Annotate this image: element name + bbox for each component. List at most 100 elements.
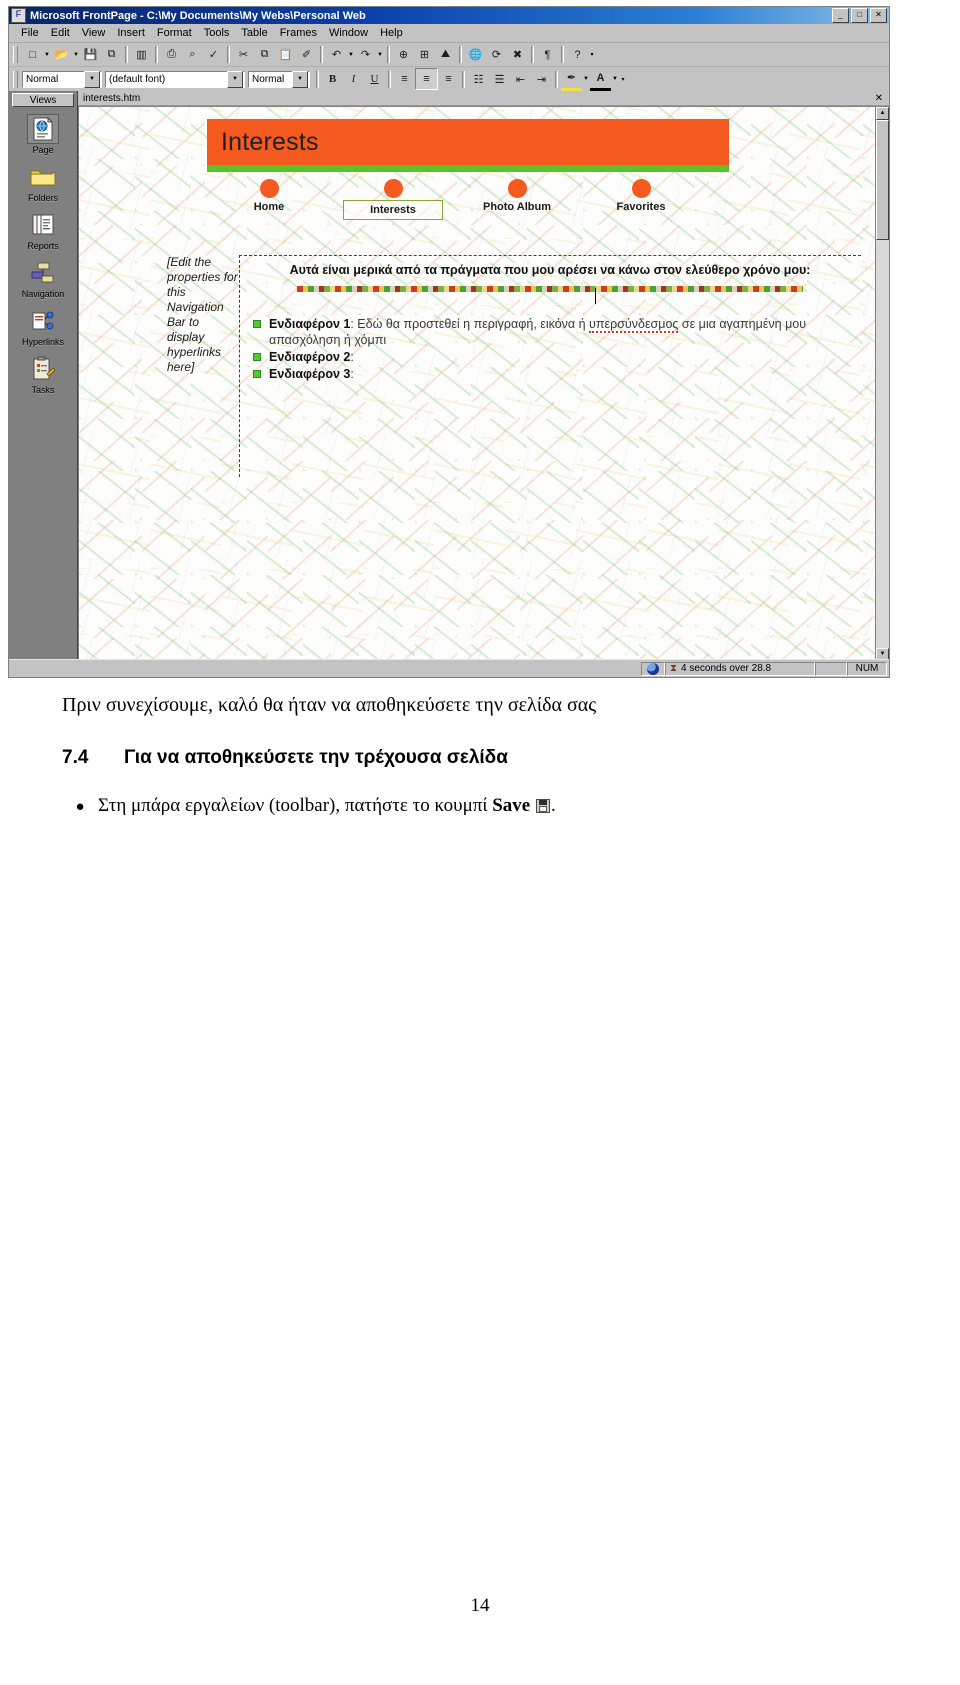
align-center-button[interactable]: ≡ bbox=[415, 68, 438, 90]
document-filename[interactable]: interests.htm bbox=[81, 93, 875, 104]
highlight-color-button[interactable]: ✒ bbox=[561, 68, 582, 91]
increase-indent-button[interactable]: ⇥ bbox=[531, 69, 552, 89]
sidebar-item-tasks[interactable]: Tasks bbox=[12, 354, 74, 395]
chevron-down-icon[interactable]: ▼ bbox=[292, 70, 308, 88]
save-button[interactable]: 💾 bbox=[80, 45, 101, 65]
section-title: Για να αποθηκεύσετε την τρέχουσα σελίδα bbox=[124, 747, 508, 768]
menu-edit[interactable]: Edit bbox=[45, 26, 76, 40]
interest-3-text: : bbox=[350, 367, 354, 381]
nav-item-interests[interactable]: Interests bbox=[331, 179, 455, 220]
insert-picture-button[interactable]: ⛰ bbox=[435, 45, 456, 65]
toolbar-overflow-arrow[interactable]: ▾ bbox=[619, 76, 627, 83]
redo-dropdown-arrow[interactable]: ▼ bbox=[376, 52, 384, 58]
undo-dropdown-arrow[interactable]: ▼ bbox=[347, 52, 355, 58]
list-item[interactable]: Ενδιαφέρον 2: bbox=[239, 349, 861, 365]
sidebar-item-hyperlinks[interactable]: Hyperlinks bbox=[12, 306, 74, 347]
save-keyword: Save bbox=[492, 795, 531, 816]
refresh-button[interactable]: ⟳ bbox=[486, 45, 507, 65]
numbered-list-button[interactable]: ☷ bbox=[468, 69, 489, 89]
spelling-button[interactable]: ✓ bbox=[203, 45, 224, 65]
align-right-button[interactable]: ≡ bbox=[438, 69, 459, 89]
toolbar-overflow-arrow[interactable]: ▾ bbox=[588, 51, 596, 58]
menu-table[interactable]: Table bbox=[235, 26, 273, 40]
align-left-button[interactable]: ≡ bbox=[394, 69, 415, 89]
navigation-bar-placeholder[interactable]: [Edit the properties for this Navigation… bbox=[167, 255, 240, 477]
sidebar-item-folders[interactable]: Folders bbox=[12, 162, 74, 203]
print-button[interactable]: ⎙ bbox=[161, 45, 182, 65]
style-combo[interactable]: Normal ▼ bbox=[22, 70, 102, 88]
toolbar-grip[interactable] bbox=[13, 46, 18, 63]
banner-stripe bbox=[207, 165, 729, 172]
sidebar-item-page[interactable]: Page bbox=[12, 114, 74, 155]
menu-tools[interactable]: Tools bbox=[198, 26, 236, 40]
font-size-combo[interactable]: Normal ▼ bbox=[248, 70, 310, 88]
web-page-content: Interests Home Interests Photo Album Fav… bbox=[79, 107, 889, 220]
underline-button[interactable]: U bbox=[364, 69, 385, 89]
frontpage-icon: F bbox=[11, 8, 26, 23]
interest-1-text-a: : Εδώ θα προστεθεί η περιγραφή, εικόνα ή bbox=[350, 317, 590, 331]
globe-icon bbox=[647, 662, 659, 675]
paste-button[interactable]: 📋 bbox=[275, 45, 296, 65]
highlight-dropdown-arrow[interactable]: ▼ bbox=[582, 76, 590, 82]
section-number: 7.4 bbox=[62, 747, 89, 768]
cut-button[interactable]: ✂ bbox=[233, 45, 254, 65]
toolbar-separator bbox=[155, 46, 158, 63]
new-page-dropdown-arrow[interactable]: ▼ bbox=[43, 52, 51, 58]
interest-3-label: Ενδιαφέρον 3 bbox=[269, 367, 351, 381]
nav-item-home[interactable]: Home bbox=[207, 179, 331, 220]
format-painter-button[interactable]: ✐ bbox=[296, 45, 317, 65]
font-color-dropdown-arrow[interactable]: ▼ bbox=[611, 76, 619, 82]
insert-component-button[interactable]: ⊕ bbox=[393, 45, 414, 65]
new-page-button[interactable]: □ bbox=[22, 45, 43, 65]
toggle-pane-button[interactable]: ▥ bbox=[131, 45, 152, 65]
sidebar-item-reports[interactable]: Reports bbox=[12, 210, 74, 251]
standard-toolbar: □ ▼ 📂 ▼ 💾 ⧉ ▥ ⎙ ⌕ ✓ ✂ ⧉ 📋 ✐ ↶ ▼ ↷ ▼ ⊕ ⊞ … bbox=[9, 43, 889, 67]
menu-format[interactable]: Format bbox=[151, 26, 198, 40]
hyperlinks-view-icon bbox=[27, 306, 59, 336]
redo-button[interactable]: ↷ bbox=[355, 45, 376, 65]
list-item[interactable]: Ενδιαφέρον 3: bbox=[239, 366, 861, 382]
insert-hyperlink-button[interactable]: 🌐 bbox=[465, 45, 486, 65]
undo-button[interactable]: ↶ bbox=[326, 45, 347, 65]
help-button[interactable]: ? bbox=[567, 45, 588, 65]
menu-insert[interactable]: Insert bbox=[111, 26, 151, 40]
print-preview-button[interactable]: ⌕ bbox=[182, 45, 203, 65]
menu-window[interactable]: Window bbox=[323, 26, 374, 40]
insert-table-button[interactable]: ⊞ bbox=[414, 45, 435, 65]
sidebar-label-navigation: Navigation bbox=[21, 289, 65, 299]
menu-file[interactable]: File bbox=[15, 26, 45, 40]
toolbar-grip[interactable] bbox=[13, 70, 18, 88]
nav-item-photo-album[interactable]: Photo Album bbox=[455, 179, 579, 220]
decrease-indent-button[interactable]: ⇤ bbox=[510, 69, 531, 89]
font-combo[interactable]: (default font) ▼ bbox=[105, 70, 245, 88]
stop-button[interactable]: ✖ bbox=[507, 45, 528, 65]
open-button[interactable]: 📂 bbox=[51, 45, 72, 65]
minimize-button[interactable]: _ bbox=[832, 8, 849, 23]
toolbar-separator bbox=[531, 46, 534, 63]
bulleted-list-button[interactable]: ☰ bbox=[489, 69, 510, 89]
bold-button[interactable]: B bbox=[322, 69, 343, 89]
menu-bar: File Edit View Insert Format Tools Table… bbox=[9, 24, 889, 43]
publish-web-button[interactable]: ⧉ bbox=[101, 45, 122, 65]
menu-help[interactable]: Help bbox=[374, 26, 409, 40]
nav-item-favorites[interactable]: Favorites bbox=[579, 179, 703, 220]
page-body-region[interactable]: Αυτά είναι μερικά από τα πράγματα που μο… bbox=[239, 255, 861, 383]
chevron-down-icon[interactable]: ▼ bbox=[227, 70, 243, 88]
maximize-button[interactable]: □ bbox=[851, 8, 868, 23]
close-button[interactable]: ✕ bbox=[870, 8, 887, 23]
italic-button[interactable]: I bbox=[343, 69, 364, 89]
instruction-text-after: . bbox=[550, 795, 556, 816]
page-editor-canvas[interactable]: Interests Home Interests Photo Album Fav… bbox=[78, 106, 889, 661]
toolbar-separator bbox=[561, 46, 564, 63]
status-blank-panel bbox=[815, 661, 847, 676]
list-item[interactable]: Ενδιαφέρον 1: Εδώ θα προστεθεί η περιγρα… bbox=[239, 316, 861, 348]
menu-frames[interactable]: Frames bbox=[274, 26, 323, 40]
sidebar-item-navigation[interactable]: Navigation bbox=[12, 258, 74, 299]
close-icon[interactable]: ✕ bbox=[875, 93, 886, 104]
open-dropdown-arrow[interactable]: ▼ bbox=[72, 52, 80, 58]
chevron-down-icon[interactable]: ▼ bbox=[84, 70, 100, 88]
font-color-button[interactable]: A bbox=[590, 68, 611, 91]
show-paragraph-marks-button[interactable]: ¶ bbox=[537, 45, 558, 65]
menu-view[interactable]: View bbox=[76, 26, 112, 40]
copy-button[interactable]: ⧉ bbox=[254, 45, 275, 65]
